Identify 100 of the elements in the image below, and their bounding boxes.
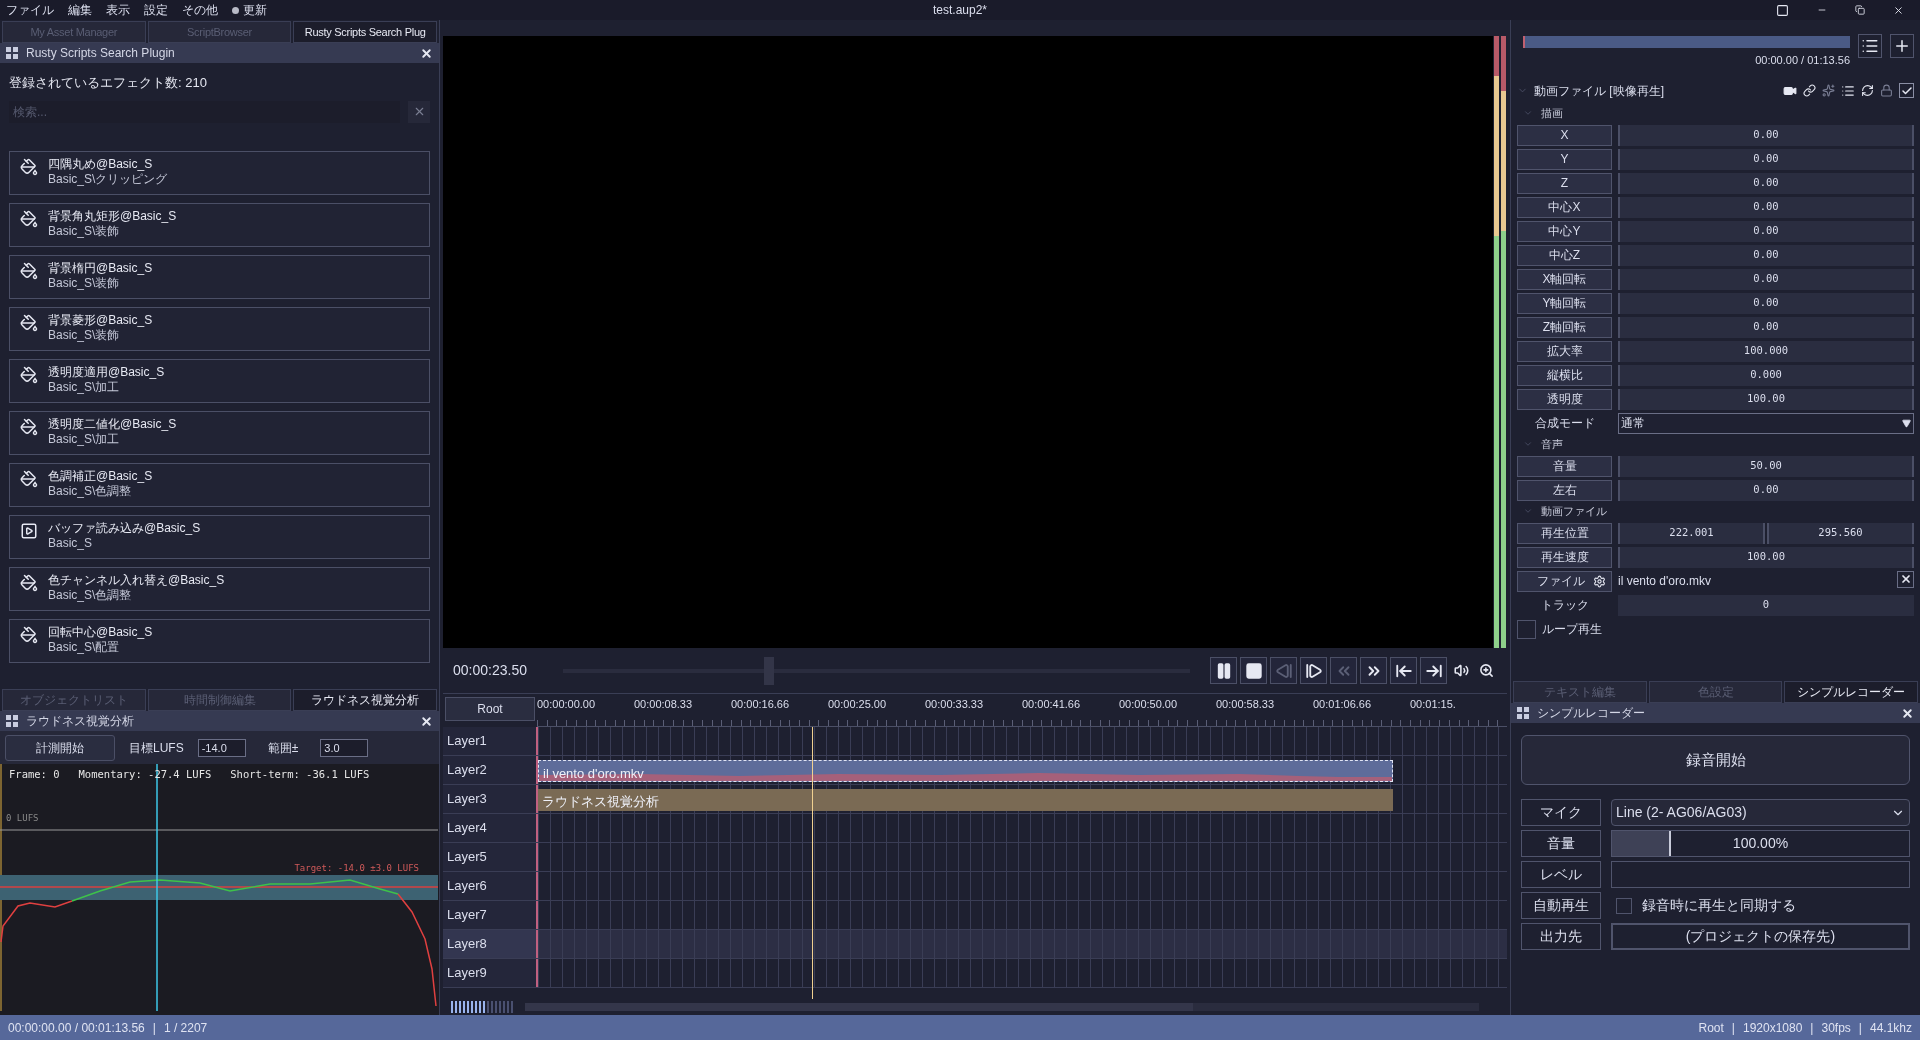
property-label[interactable]: Z軸回転 <box>1517 316 1612 338</box>
property-label[interactable]: 音量 <box>1517 455 1612 477</box>
property-label[interactable]: 再生速度 <box>1517 546 1612 568</box>
property-value-field[interactable]: 50.00 <box>1618 455 1914 477</box>
list-icon[interactable] <box>1841 83 1855 98</box>
layer-header[interactable]: Layer7 <box>443 901 538 929</box>
property-label[interactable]: Y <box>1517 148 1612 170</box>
property-label[interactable]: 透明度 <box>1517 388 1612 410</box>
menu-item[interactable]: その他 <box>182 1 218 19</box>
volume-slider[interactable]: 100.00% <box>1611 830 1910 857</box>
property-value-field[interactable]: 100.000 <box>1618 340 1914 362</box>
fast-forward-button[interactable] <box>1360 657 1387 684</box>
menu-item[interactable]: 表示 <box>106 1 130 19</box>
scrollbar-thumb[interactable] <box>525 1003 1193 1011</box>
panel-tab[interactable]: シンプルレコーダー <box>1784 681 1918 703</box>
effect-card[interactable]: 回転中心@Basic_S Basic_S\配置 <box>9 618 430 663</box>
search-field[interactable]: 検索... <box>9 100 400 123</box>
file-button[interactable]: ファイル <box>1517 570 1612 592</box>
layer-header[interactable]: Layer8 <box>443 930 538 958</box>
property-label[interactable]: 拡大率 <box>1517 340 1612 362</box>
layer-header[interactable]: Layer6 <box>443 872 538 900</box>
microphone-dropdown[interactable]: Line (2- AG06/AG03) <box>1611 799 1910 826</box>
effect-card[interactable]: 背景菱形@Basic_S Basic_S\装飾 <box>9 306 430 351</box>
effect-card[interactable]: 背景角丸矩形@Basic_S Basic_S\装飾 <box>9 202 430 247</box>
clear-file-button[interactable] <box>1897 570 1914 588</box>
lock-icon[interactable] <box>1880 84 1893 97</box>
property-label[interactable]: 縦横比 <box>1517 364 1612 386</box>
effect-card[interactable]: 色調補正@Basic_S Basic_S\色調整 <box>9 462 430 507</box>
effect-card[interactable]: 背景楕円@Basic_S Basic_S\装飾 <box>9 254 430 299</box>
output-folder-button[interactable]: (プロジェクトの保存先) <box>1611 923 1910 950</box>
property-label[interactable]: Y軸回転 <box>1517 292 1612 314</box>
jump-to-start-button[interactable] <box>1390 657 1417 684</box>
filter-clip[interactable]: ラウドネス視覚分析 <box>538 789 1393 811</box>
refresh-icon[interactable] <box>1861 84 1874 97</box>
jump-to-end-button[interactable] <box>1420 657 1447 684</box>
menu-item[interactable]: 編集 <box>68 1 92 19</box>
property-value-field[interactable]: 222.001 <box>1618 522 1765 544</box>
effect-card[interactable]: 透明度二値化@Basic_S Basic_S\加工 <box>9 410 430 455</box>
list-button[interactable] <box>1858 34 1882 58</box>
menu-item[interactable]: 設定 <box>144 1 168 19</box>
sync-checkbox[interactable] <box>1616 897 1632 914</box>
property-label[interactable]: Z <box>1517 172 1612 194</box>
property-value-field[interactable]: 100.00 <box>1618 546 1914 568</box>
link-icon[interactable] <box>1803 84 1816 97</box>
property-value-field[interactable]: 0.00 <box>1618 244 1914 266</box>
video-clip[interactable]: il vento d'oro.mkv <box>538 760 1393 782</box>
property-value-field[interactable]: 0.00 <box>1618 172 1914 194</box>
range-field[interactable]: 3.0 <box>320 738 369 757</box>
track-field[interactable]: 0 <box>1618 594 1914 616</box>
add-button[interactable] <box>1890 34 1914 58</box>
seek-thumb[interactable] <box>763 656 774 685</box>
effect-card[interactable]: バッファ読み込み@Basic_S Basic_S <box>9 514 430 559</box>
panel-tab[interactable]: ラウドネス視覚分析 <box>293 689 437 711</box>
record-button[interactable]: 録音開始 <box>1521 735 1910 785</box>
effect-card[interactable]: 色チャンネル入れ替え@Basic_S Basic_S\色調整 <box>9 566 430 611</box>
effect-card[interactable]: 透明度適用@Basic_S Basic_S\加工 <box>9 358 430 403</box>
property-value-field[interactable]: 0.000 <box>1618 364 1914 386</box>
sparkles-icon[interactable] <box>1822 84 1835 97</box>
enable-checkbox[interactable] <box>1899 83 1914 98</box>
effect-card[interactable]: 四隅丸め@Basic_S Basic_S\クリッピング <box>9 150 430 195</box>
property-value-field[interactable]: 0.00 <box>1618 148 1914 170</box>
property-label[interactable]: 中心X <box>1517 196 1612 218</box>
layer-header[interactable]: Layer9 <box>443 959 538 987</box>
layer-header[interactable]: Layer5 <box>443 843 538 871</box>
property-label[interactable]: X <box>1517 124 1612 146</box>
property-value-field[interactable]: 0.00 <box>1618 292 1914 314</box>
stop-button[interactable] <box>1240 657 1267 684</box>
property-value-field[interactable]: 0.00 <box>1618 479 1914 501</box>
property-label[interactable]: 左右 <box>1517 479 1612 501</box>
property-value-field[interactable]: 0.00 <box>1618 316 1914 338</box>
property-label[interactable]: 中心Z <box>1517 244 1612 266</box>
restore-icon[interactable] <box>1855 5 1865 15</box>
property-value-field[interactable]: 0.00 <box>1618 268 1914 290</box>
property-label[interactable]: X軸回転 <box>1517 268 1612 290</box>
property-value-field[interactable]: 295.560 <box>1767 522 1914 544</box>
clear-search-button[interactable] <box>408 100 430 123</box>
menu-item[interactable]: 更新 <box>243 1 267 19</box>
layer-header[interactable]: Layer3 <box>443 785 538 813</box>
close-icon[interactable] <box>420 714 433 728</box>
layout-icon[interactable] <box>1776 3 1789 17</box>
menu-item[interactable]: ファイル <box>6 1 54 19</box>
close-icon[interactable] <box>1901 706 1914 720</box>
start-measure-button[interactable]: 計測開始 <box>5 734 115 761</box>
loop-checkbox[interactable] <box>1517 619 1536 639</box>
close-icon[interactable] <box>420 46 433 60</box>
property-value-field[interactable]: 100.00 <box>1618 388 1914 410</box>
layer-header[interactable]: Layer2 <box>443 756 538 784</box>
target-lufs-field[interactable]: -14.0 <box>197 738 246 757</box>
pause-button[interactable] <box>1210 657 1237 684</box>
layer-header[interactable]: Layer4 <box>443 814 538 842</box>
next-frame-button[interactable] <box>1300 657 1327 684</box>
root-button[interactable]: Root <box>445 697 535 721</box>
property-value-field[interactable]: 0.00 <box>1618 124 1914 146</box>
horizontal-scrollbar[interactable] <box>525 1003 1479 1011</box>
close-icon[interactable] <box>1893 4 1904 16</box>
property-label[interactable]: 中心Y <box>1517 220 1612 242</box>
blend-mode-dropdown[interactable]: 通常 <box>1618 412 1914 434</box>
property-value-field[interactable]: 0.00 <box>1618 196 1914 218</box>
property-label[interactable]: 再生位置 <box>1517 522 1612 544</box>
panel-tab[interactable]: Rusty Scripts Search Plug <box>293 21 437 43</box>
